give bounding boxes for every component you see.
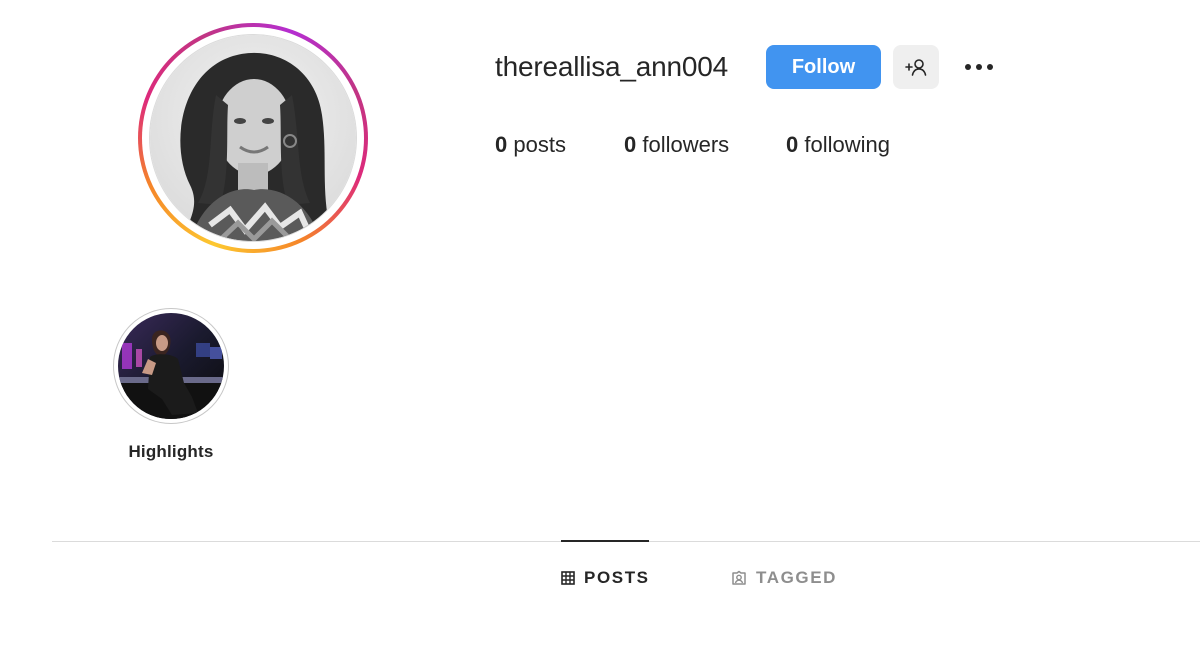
stat-posts: 0 posts — [495, 131, 566, 159]
posts-label: posts — [513, 132, 566, 157]
followers-label: followers — [642, 132, 730, 157]
avatar-photo-image — [150, 35, 356, 241]
grid-icon — [561, 571, 575, 585]
tab-posts-label: POSTS — [584, 568, 650, 587]
highlight-ring — [113, 308, 229, 424]
posts-count: 0 — [495, 132, 508, 157]
tagged-icon — [732, 570, 746, 585]
add-user-icon — [905, 59, 927, 76]
stat-followers[interactable]: 0 followers — [624, 131, 729, 159]
follow-button[interactable]: Follow — [766, 45, 881, 89]
tab-tagged-label: TAGGED — [756, 568, 838, 587]
followers-count: 0 — [624, 132, 637, 157]
suggest-similar-button[interactable] — [893, 45, 939, 89]
profile-page: thereallisa_ann004 Follow 0 posts 0 foll… — [0, 0, 1200, 645]
following-count: 0 — [786, 132, 799, 157]
profile-username: thereallisa_ann004 — [495, 51, 729, 82]
more-options-button[interactable] — [958, 52, 1000, 82]
following-label: following — [804, 132, 890, 157]
highlight-item[interactable]: Highlights — [113, 308, 229, 462]
more-options-icon — [965, 64, 971, 70]
tab-posts[interactable]: POSTS — [561, 566, 650, 590]
tab-tagged[interactable]: TAGGED — [731, 566, 837, 590]
highlight-label: Highlights — [128, 442, 214, 461]
profile-avatar-story-ring[interactable] — [138, 23, 368, 253]
stat-following[interactable]: 0 following — [786, 131, 890, 159]
highlight-cover-image — [118, 313, 224, 419]
avatar[interactable] — [149, 34, 357, 242]
active-tab-indicator — [561, 540, 649, 542]
avatar-inner-border — [142, 27, 364, 249]
